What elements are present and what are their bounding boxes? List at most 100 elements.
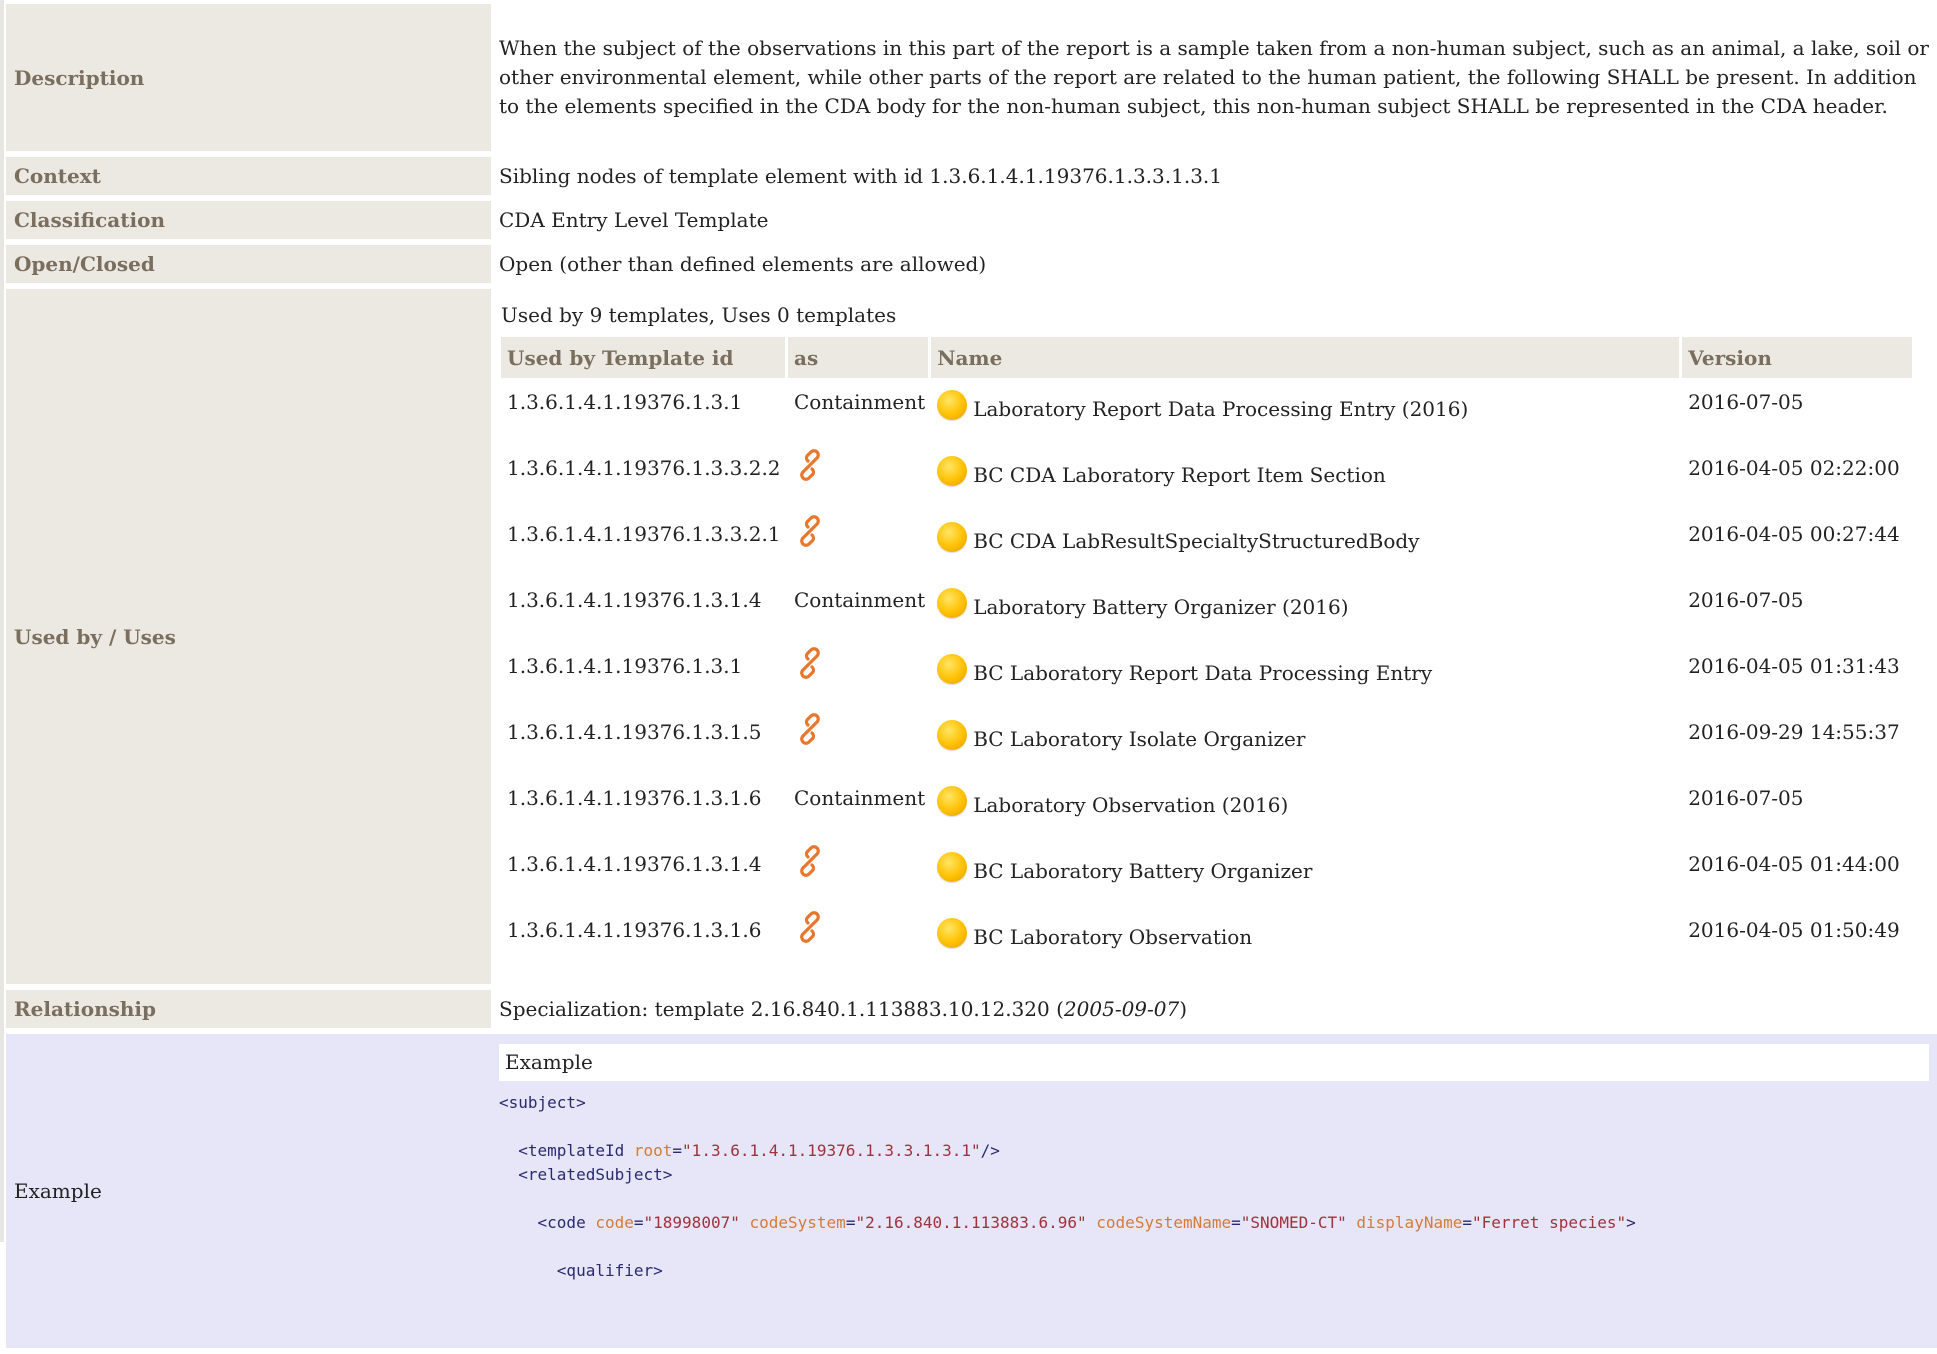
example-label: Example <box>6 1034 491 1348</box>
version-cell: 2016-04-05 02:22:00 <box>1688 456 1900 480</box>
version-cell: 2016-07-05 <box>1688 588 1804 612</box>
link-icon[interactable] <box>794 712 826 745</box>
name-cell[interactable]: BC CDA Laboratory Report Item Section <box>931 444 1682 510</box>
template-name[interactable]: BC Laboratory Isolate Organizer <box>973 727 1305 751</box>
version-cell: 2016-07-05 <box>1688 390 1804 414</box>
used-by-table: Used by Template id as Name Version 1.3.… <box>501 337 1912 972</box>
as-cell <box>788 840 931 906</box>
template-name[interactable]: Laboratory Battery Organizer (2016) <box>973 595 1348 619</box>
status-ball-icon <box>937 918 968 948</box>
version-cell: 2016-07-05 <box>1688 786 1804 810</box>
used-by-table-row[interactable]: 1.3.6.1.4.1.19376.1.3.1.6 BC Laboratory O… <box>501 906 1912 972</box>
column-header-version[interactable]: Version <box>1682 337 1912 378</box>
link-icon[interactable] <box>794 514 826 547</box>
version-cell: 2016-04-05 01:50:49 <box>1688 918 1900 942</box>
column-header-name[interactable]: Name <box>931 337 1683 378</box>
used-by-table-row[interactable]: 1.3.6.1.4.1.19376.1.3.1.6 Containment Labo… <box>501 774 1912 840</box>
template-id-cell[interactable]: 1.3.6.1.4.1.19376.1.3.1 <box>501 378 788 444</box>
template-id-cell[interactable]: 1.3.6.1.4.1.19376.1.3.1 <box>501 642 788 708</box>
name-cell[interactable]: BC Laboratory Observation <box>931 906 1682 972</box>
link-icon[interactable] <box>794 448 826 481</box>
context-label: Context <box>6 157 491 195</box>
as-cell: Containment <box>788 576 931 642</box>
relationship-date[interactable]: 2005-09-07 <box>1064 997 1179 1021</box>
as-cell <box>788 642 931 708</box>
description-text: When the subject of the observations in … <box>499 36 1929 118</box>
status-ball-icon <box>937 852 968 882</box>
column-header-template-id[interactable]: Used by Template id <box>501 337 788 378</box>
template-name[interactable]: BC Laboratory Observation <box>973 925 1252 949</box>
version-cell: 2016-04-05 01:44:00 <box>1688 852 1900 876</box>
page-left-border <box>0 0 4 1242</box>
status-ball-icon <box>937 522 968 552</box>
template-name[interactable]: BC Laboratory Report Data Processing Ent… <box>973 661 1432 685</box>
link-icon[interactable] <box>794 910 826 943</box>
description-label: Description <box>6 4 491 151</box>
name-cell[interactable]: Laboratory Observation (2016) <box>931 774 1682 840</box>
column-header-as[interactable]: as <box>788 337 932 378</box>
name-cell[interactable]: BC Laboratory Isolate Organizer <box>931 708 1682 774</box>
name-cell[interactable]: Laboratory Report Data Processing Entry … <box>931 378 1682 444</box>
relationship-row: Relationship Specialization: template 2.… <box>6 990 1937 1028</box>
used-by-label: Used by / Uses <box>6 289 491 984</box>
status-ball-icon <box>937 786 968 816</box>
used-by-summary: Used by 9 templates, Uses 0 templates <box>501 303 897 327</box>
template-id-cell[interactable]: 1.3.6.1.4.1.19376.1.3.3.2.1 <box>501 510 788 576</box>
used-by-table-row[interactable]: 1.3.6.1.4.1.19376.1.3.3.2.2 BC CDA Labora… <box>501 444 1912 510</box>
version-cell: 2016-04-05 00:27:44 <box>1688 522 1900 546</box>
used-by-table-row[interactable]: 1.3.6.1.4.1.19376.1.3.3.2.1 BC CDA LabRes… <box>501 510 1912 576</box>
template-id-cell[interactable]: 1.3.6.1.4.1.19376.1.3.1.5 <box>501 708 788 774</box>
description-row: Description When the subject of the obse… <box>6 4 1937 151</box>
template-name[interactable]: Laboratory Report Data Processing Entry … <box>973 397 1468 421</box>
status-ball-icon <box>937 654 968 684</box>
link-icon[interactable] <box>794 646 826 679</box>
example-row: Example Example <subject> <templateId ro… <box>6 1034 1937 1348</box>
version-cell: 2016-04-05 01:31:43 <box>1688 654 1900 678</box>
context-value: Sibling nodes of template element with i… <box>499 164 1223 188</box>
as-cell: Containment <box>788 378 931 444</box>
template-id-cell[interactable]: 1.3.6.1.4.1.19376.1.3.1.4 <box>501 840 788 906</box>
as-cell <box>788 510 931 576</box>
used-by-table-row[interactable]: 1.3.6.1.4.1.19376.1.3.1 BC Laboratory Rep… <box>501 642 1912 708</box>
as-cell: Containment <box>788 774 931 840</box>
classification-label: Classification <box>6 201 491 239</box>
as-cell <box>788 708 931 774</box>
template-name[interactable]: BC Laboratory Battery Organizer <box>973 859 1312 883</box>
as-text: Containment <box>794 390 926 414</box>
as-cell <box>788 906 931 972</box>
template-id-cell[interactable]: 1.3.6.1.4.1.19376.1.3.3.2.2 <box>501 444 788 510</box>
as-cell <box>788 444 931 510</box>
used-by-table-row[interactable]: 1.3.6.1.4.1.19376.1.3.1.4 Containment Labo… <box>501 576 1912 642</box>
used-by-table-row[interactable]: 1.3.6.1.4.1.19376.1.3.1.5 BC Laboratory I… <box>501 708 1912 774</box>
classification-value: CDA Entry Level Template <box>499 208 769 232</box>
classification-row: Classification CDA Entry Level Template <box>6 201 1937 239</box>
as-text: Containment <box>794 588 926 612</box>
used-by-row: Used by / Uses Used by 9 templates, Uses… <box>6 289 1937 984</box>
name-cell[interactable]: BC CDA LabResultSpecialtyStructuredBody <box>931 510 1682 576</box>
open-closed-row: Open/Closed Open (other than defined ele… <box>6 245 1937 283</box>
used-by-table-row[interactable]: 1.3.6.1.4.1.19376.1.3.1.4 BC Laboratory B… <box>501 840 1912 906</box>
template-id-cell[interactable]: 1.3.6.1.4.1.19376.1.3.1.4 <box>501 576 788 642</box>
example-header[interactable]: Example <box>499 1044 1929 1081</box>
status-ball-icon <box>937 588 968 618</box>
template-details-table: Description When the subject of the obse… <box>6 0 1937 1354</box>
template-id-cell[interactable]: 1.3.6.1.4.1.19376.1.3.1.6 <box>501 906 788 972</box>
used-by-table-row[interactable]: 1.3.6.1.4.1.19376.1.3.1 Containment Labora… <box>501 378 1912 444</box>
relationship-value: Specialization: template 2.16.840.1.1138… <box>499 997 1188 1021</box>
template-id-cell[interactable]: 1.3.6.1.4.1.19376.1.3.1.6 <box>501 774 788 840</box>
status-ball-icon <box>937 456 968 486</box>
template-name[interactable]: BC CDA LabResultSpecialtyStructuredBody <box>973 529 1419 553</box>
status-ball-icon <box>937 720 968 750</box>
name-cell[interactable]: Laboratory Battery Organizer (2016) <box>931 576 1682 642</box>
name-cell[interactable]: BC Laboratory Battery Organizer <box>931 840 1682 906</box>
context-row: Context Sibling nodes of template elemen… <box>6 157 1937 195</box>
status-ball-icon <box>937 390 968 420</box>
template-name[interactable]: Laboratory Observation (2016) <box>973 793 1288 817</box>
version-cell: 2016-09-29 14:55:37 <box>1688 720 1900 744</box>
link-icon[interactable] <box>794 844 826 877</box>
open-closed-label: Open/Closed <box>6 245 491 283</box>
example-code: <subject> <templateId root="1.3.6.1.4.1.… <box>499 1093 1636 1280</box>
template-name[interactable]: BC CDA Laboratory Report Item Section <box>973 463 1386 487</box>
open-closed-value: Open (other than defined elements are al… <box>499 252 987 276</box>
name-cell[interactable]: BC Laboratory Report Data Processing Ent… <box>931 642 1682 708</box>
